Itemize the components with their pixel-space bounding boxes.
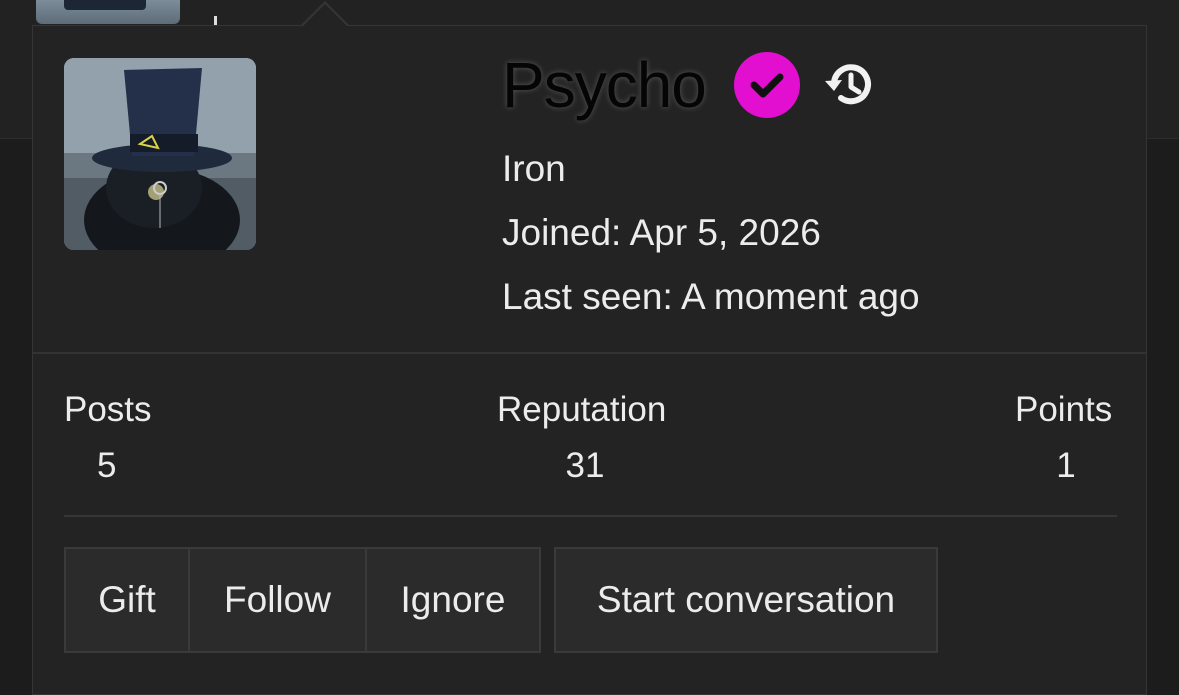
joined-line: Joined: Apr 5, 2026	[502, 212, 821, 254]
stat-value: 31	[565, 446, 605, 485]
joined-date: Apr 5, 2026	[629, 212, 821, 253]
gift-button[interactable]: Gift	[64, 547, 190, 653]
stat-label: Posts	[64, 390, 152, 429]
last-seen-value: A moment ago	[680, 276, 920, 317]
name-row: Psycho	[502, 48, 876, 122]
stat-posts[interactable]: Posts 5	[64, 390, 156, 486]
last-seen-line: Last seen: A moment ago	[502, 276, 920, 318]
avatar[interactable]	[64, 58, 256, 250]
stat-value: 5	[97, 446, 117, 485]
user-rank: Iron	[502, 148, 566, 189]
divider	[64, 515, 1117, 517]
action-buttons: Gift Follow Ignore Start conversation	[64, 547, 938, 653]
check-badge-icon	[733, 52, 800, 118]
last-seen-label: Last seen:	[502, 276, 673, 317]
start-conversation-button[interactable]: Start conversation	[554, 547, 938, 653]
stat-label: Points	[1015, 390, 1113, 429]
avatar-image	[64, 58, 256, 250]
stat-value: 1	[1056, 446, 1076, 485]
username[interactable]: Psycho	[502, 48, 707, 122]
ignore-button[interactable]: Ignore	[367, 547, 541, 653]
stat-label: Reputation	[497, 390, 667, 429]
divider	[33, 352, 1146, 354]
history-icon[interactable]	[822, 58, 876, 112]
stat-points[interactable]: Points 1	[1015, 390, 1117, 486]
stat-reputation[interactable]: Reputation 31	[497, 390, 673, 486]
joined-label: Joined:	[502, 212, 622, 253]
member-tooltip-card: Psycho Iron Joined: Apr 5, 2026 Last see…	[32, 1, 1147, 695]
background-avatar	[36, 0, 180, 24]
follow-button[interactable]: Follow	[190, 547, 367, 653]
